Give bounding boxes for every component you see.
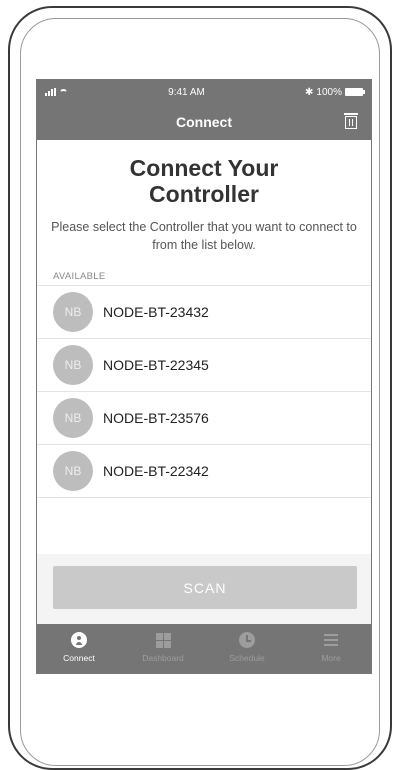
nav-title: Connect [176,114,232,130]
schedule-icon [239,632,255,648]
dashboard-icon [155,632,171,648]
app-screen: 9:41 AM ✱ 100% Connect Connect Your Cont… [36,79,372,674]
device-item[interactable]: NB NODE-BT-22342 [37,445,371,498]
device-avatar: NB [53,398,93,438]
bottom-action-area: SCAN [37,554,371,624]
more-icon [324,634,338,646]
tab-connect[interactable]: Connect [37,624,121,673]
tab-label: Schedule [229,653,265,663]
tab-label: More [321,653,341,663]
status-bar: 9:41 AM ✱ 100% [37,80,371,104]
device-avatar: NB [53,292,93,332]
tab-label: Connect [63,653,95,663]
device-list: NB NODE-BT-23432 NB NODE-BT-22345 NB NOD… [37,286,371,498]
device-name: NODE-BT-22342 [103,463,209,479]
device-item[interactable]: NB NODE-BT-23432 [37,286,371,339]
device-avatar: NB [53,345,93,385]
connect-icon [71,632,87,648]
scan-button[interactable]: SCAN [53,566,357,609]
tab-bar: Connect Dashboard Schedule More [37,624,371,673]
tab-more[interactable]: More [289,624,371,673]
device-name: NODE-BT-23432 [103,304,209,320]
tab-dashboard[interactable]: Dashboard [121,624,205,673]
device-name: NODE-BT-22345 [103,357,209,373]
device-item[interactable]: NB NODE-BT-23576 [37,392,371,445]
status-left [45,88,68,96]
page-subtitle: Please select the Controller that you wa… [51,220,357,252]
section-label-available: AVAILABLE [37,268,371,286]
nav-bar: Connect [37,104,371,140]
signal-icon [45,88,56,96]
tab-label: Dashboard [142,653,184,663]
bluetooth-icon: ✱ [305,86,314,98]
device-name: NODE-BT-23576 [103,410,209,426]
status-right: ✱ 100% [305,86,365,98]
page-title: Connect Your Controller [129,155,279,207]
tab-schedule[interactable]: Schedule [205,624,289,673]
device-item[interactable]: NB NODE-BT-22345 [37,339,371,392]
trash-icon[interactable] [344,113,358,129]
status-time: 9:41 AM [168,86,205,98]
device-avatar: NB [53,451,93,491]
wifi-icon [59,88,68,96]
battery-percent: 100% [316,86,342,98]
battery-icon [344,88,365,96]
